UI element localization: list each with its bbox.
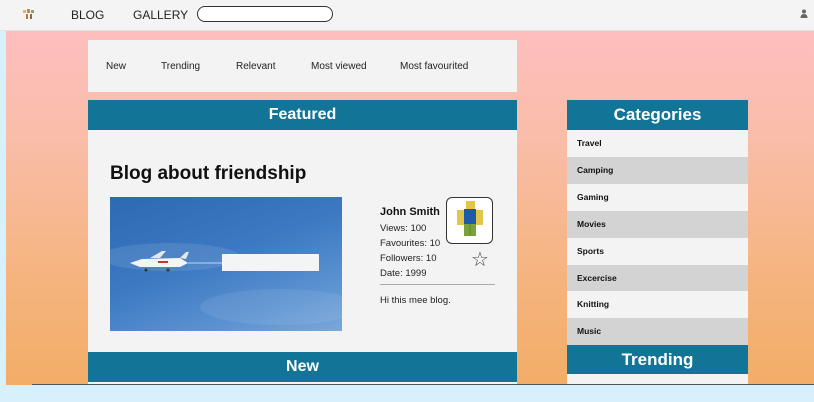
avatar[interactable] xyxy=(446,197,493,244)
category-camping[interactable]: Camping xyxy=(567,157,748,184)
trending-header: Trending xyxy=(567,345,748,374)
bottom-divider xyxy=(32,384,814,385)
stat-followers: Followers: 10 xyxy=(380,253,437,264)
logo-icon[interactable] xyxy=(22,8,36,20)
category-gaming[interactable]: Gaming xyxy=(567,184,748,211)
nav-blog-link[interactable]: BLOG xyxy=(71,8,104,22)
filter-tab-trending[interactable]: Trending xyxy=(161,61,200,72)
stat-favourites: Favourites: 10 xyxy=(380,238,441,249)
filter-tab-most-viewed[interactable]: Most viewed xyxy=(311,61,367,72)
stat-views: Views: 100 xyxy=(380,223,427,234)
category-travel[interactable]: Travel xyxy=(567,130,748,157)
author-name[interactable]: John Smith xyxy=(380,206,440,218)
category-sports[interactable]: Sports xyxy=(567,238,748,265)
post-image[interactable] xyxy=(110,197,342,331)
category-knitting[interactable]: Knitting xyxy=(567,291,748,318)
user-icon[interactable] xyxy=(800,9,808,18)
category-movies[interactable]: Movies xyxy=(567,211,748,238)
featured-header: Featured xyxy=(88,100,517,130)
filter-bar: New Trending Relevant Most viewed Most f… xyxy=(88,40,517,92)
filter-tab-new[interactable]: New xyxy=(106,61,126,72)
filter-tab-most-favourited[interactable]: Most favourited xyxy=(400,61,468,72)
post-divider xyxy=(380,284,495,285)
featured-panel: Featured Blog about friendship John Smit… xyxy=(88,100,517,385)
stat-date: Date: 1999 xyxy=(380,268,427,279)
airplane-banner-image xyxy=(110,243,342,325)
nav-gallery-link[interactable]: GALLERY xyxy=(133,8,188,22)
filter-tab-relevant[interactable]: Relevant xyxy=(236,61,275,72)
categories-sidebar: Categories Travel Camping Gaming Movies … xyxy=(567,100,748,385)
avatar-figure xyxy=(457,201,483,236)
star-icon[interactable]: ☆ xyxy=(471,250,489,270)
search-input[interactable] xyxy=(197,6,333,22)
categories-header: Categories xyxy=(567,100,748,130)
page-background: New Trending Relevant Most viewed Most f… xyxy=(6,31,814,385)
new-header: New xyxy=(88,352,517,382)
top-nav: BLOG GALLERY xyxy=(0,0,814,31)
post-title[interactable]: Blog about friendship xyxy=(110,163,306,185)
category-excercise[interactable]: Excercise xyxy=(567,265,748,292)
category-music[interactable]: Music xyxy=(567,318,748,345)
post-description: Hi this mee blog. xyxy=(380,295,451,306)
